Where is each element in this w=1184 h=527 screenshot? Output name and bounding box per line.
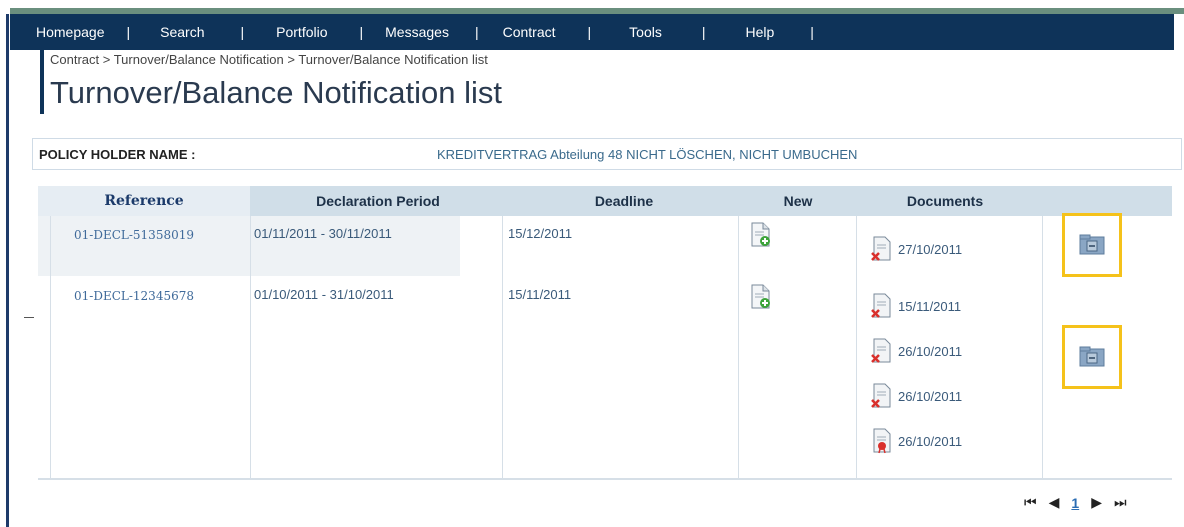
- document-delete-icon: [871, 236, 891, 261]
- nav-homepage[interactable]: Homepage: [36, 24, 105, 40]
- col-declaration-period: Declaration Period: [316, 193, 440, 209]
- row-highlight: [38, 216, 460, 276]
- col-new: New: [783, 193, 813, 209]
- col-reference[interactable]: Reference: [38, 186, 250, 216]
- breadcrumb-accent: [40, 50, 44, 114]
- document-entry[interactable]: 26/10/2011: [870, 428, 962, 454]
- nav-separator: |: [126, 24, 131, 40]
- folder-archive-icon[interactable]: [1079, 346, 1105, 368]
- nav-tools[interactable]: Tools: [629, 24, 662, 40]
- new-declaration-icon[interactable]: [750, 284, 772, 313]
- nav-separator: |: [359, 24, 364, 40]
- col-deadline: Deadline: [594, 193, 654, 209]
- document-date: 27/10/2011: [898, 241, 963, 257]
- prev-page-icon[interactable]: ◀: [1049, 494, 1060, 511]
- nav-portfolio[interactable]: Portfolio: [276, 24, 327, 40]
- document-entry[interactable]: 15/11/2011: [870, 293, 961, 319]
- row-period: 01/10/2011 - 31/10/2011: [254, 287, 394, 302]
- nav-separator: |: [587, 24, 592, 40]
- side-tick: [24, 317, 34, 318]
- nav-messages[interactable]: Messages: [385, 24, 449, 40]
- breadcrumb[interactable]: Contract > Turnover/Balance Notification…: [50, 52, 488, 67]
- nav-search[interactable]: Search: [160, 24, 204, 40]
- document-date: 26/10/2011: [898, 343, 963, 359]
- row-period: 01/11/2011 - 30/11/2011: [254, 226, 392, 241]
- policy-holder-box: POLICY HOLDER NAME : KREDITVERTRAG Abtei…: [32, 138, 1182, 170]
- page-number[interactable]: 1: [1071, 495, 1079, 511]
- table-body: 01-DECL-51358019 01/11/2011 - 30/11/2011…: [38, 213, 1172, 480]
- document-delete-icon: [871, 383, 891, 408]
- row-reference-link[interactable]: 01-DECL-51358019: [74, 228, 194, 242]
- column-divider: [738, 216, 739, 478]
- first-page-icon[interactable]: ⏮: [1024, 494, 1037, 511]
- notification-table: Reference Declaration Period Deadline Ne…: [38, 186, 1172, 480]
- document-certificate-icon: [873, 428, 891, 454]
- row-deadline: 15/11/2011: [508, 287, 572, 302]
- folder-archive-icon[interactable]: [1079, 234, 1105, 256]
- nav-contract[interactable]: Contract: [503, 24, 556, 40]
- next-page-icon[interactable]: ▶: [1091, 494, 1102, 511]
- document-date: 26/10/2011: [898, 433, 963, 449]
- column-divider: [502, 216, 503, 478]
- nav-separator: |: [810, 24, 814, 40]
- left-border: [0, 0, 10, 527]
- table-header: Reference Declaration Period Deadline Ne…: [38, 186, 1172, 216]
- column-divider: [250, 216, 251, 478]
- policy-holder-label: POLICY HOLDER NAME :: [39, 146, 196, 162]
- column-divider: [1042, 216, 1043, 478]
- document-delete-icon: [871, 293, 891, 318]
- nav-separator: |: [240, 24, 245, 40]
- pagination: ⏮ ◀ 1 ▶ ⏭: [1018, 494, 1133, 511]
- action-highlight-box: [1062, 325, 1122, 389]
- document-date: 15/11/2011: [898, 298, 962, 314]
- last-page-icon[interactable]: ⏭: [1114, 494, 1127, 511]
- policy-holder-value: KREDITVERTRAG Abteilung 48 NICHT LÖSCHEN…: [437, 146, 858, 162]
- nav-separator: |: [474, 24, 479, 40]
- document-delete-icon: [871, 338, 891, 363]
- nav-help[interactable]: Help: [745, 24, 774, 40]
- row-deadline: 15/12/2011: [508, 226, 573, 241]
- page-title: Turnover/Balance Notification list: [50, 75, 502, 110]
- column-divider: [856, 216, 857, 478]
- action-highlight-box: [1062, 213, 1122, 277]
- new-declaration-icon[interactable]: [750, 222, 772, 251]
- nav-separator: |: [701, 24, 706, 40]
- main-navbar: Homepage | Search | Portfolio | Messages…: [10, 14, 1174, 50]
- document-entry[interactable]: 26/10/2011: [870, 338, 962, 364]
- col-documents: Documents: [906, 193, 984, 209]
- document-entry[interactable]: 27/10/2011: [870, 236, 962, 262]
- top-strip: [10, 0, 1184, 14]
- column-divider: [50, 216, 51, 478]
- row-reference-link[interactable]: 01-DECL-12345678: [74, 289, 194, 303]
- document-entry[interactable]: 26/10/2011: [870, 383, 962, 409]
- table-bottom-border: [38, 478, 1172, 480]
- document-date: 26/10/2011: [898, 388, 963, 404]
